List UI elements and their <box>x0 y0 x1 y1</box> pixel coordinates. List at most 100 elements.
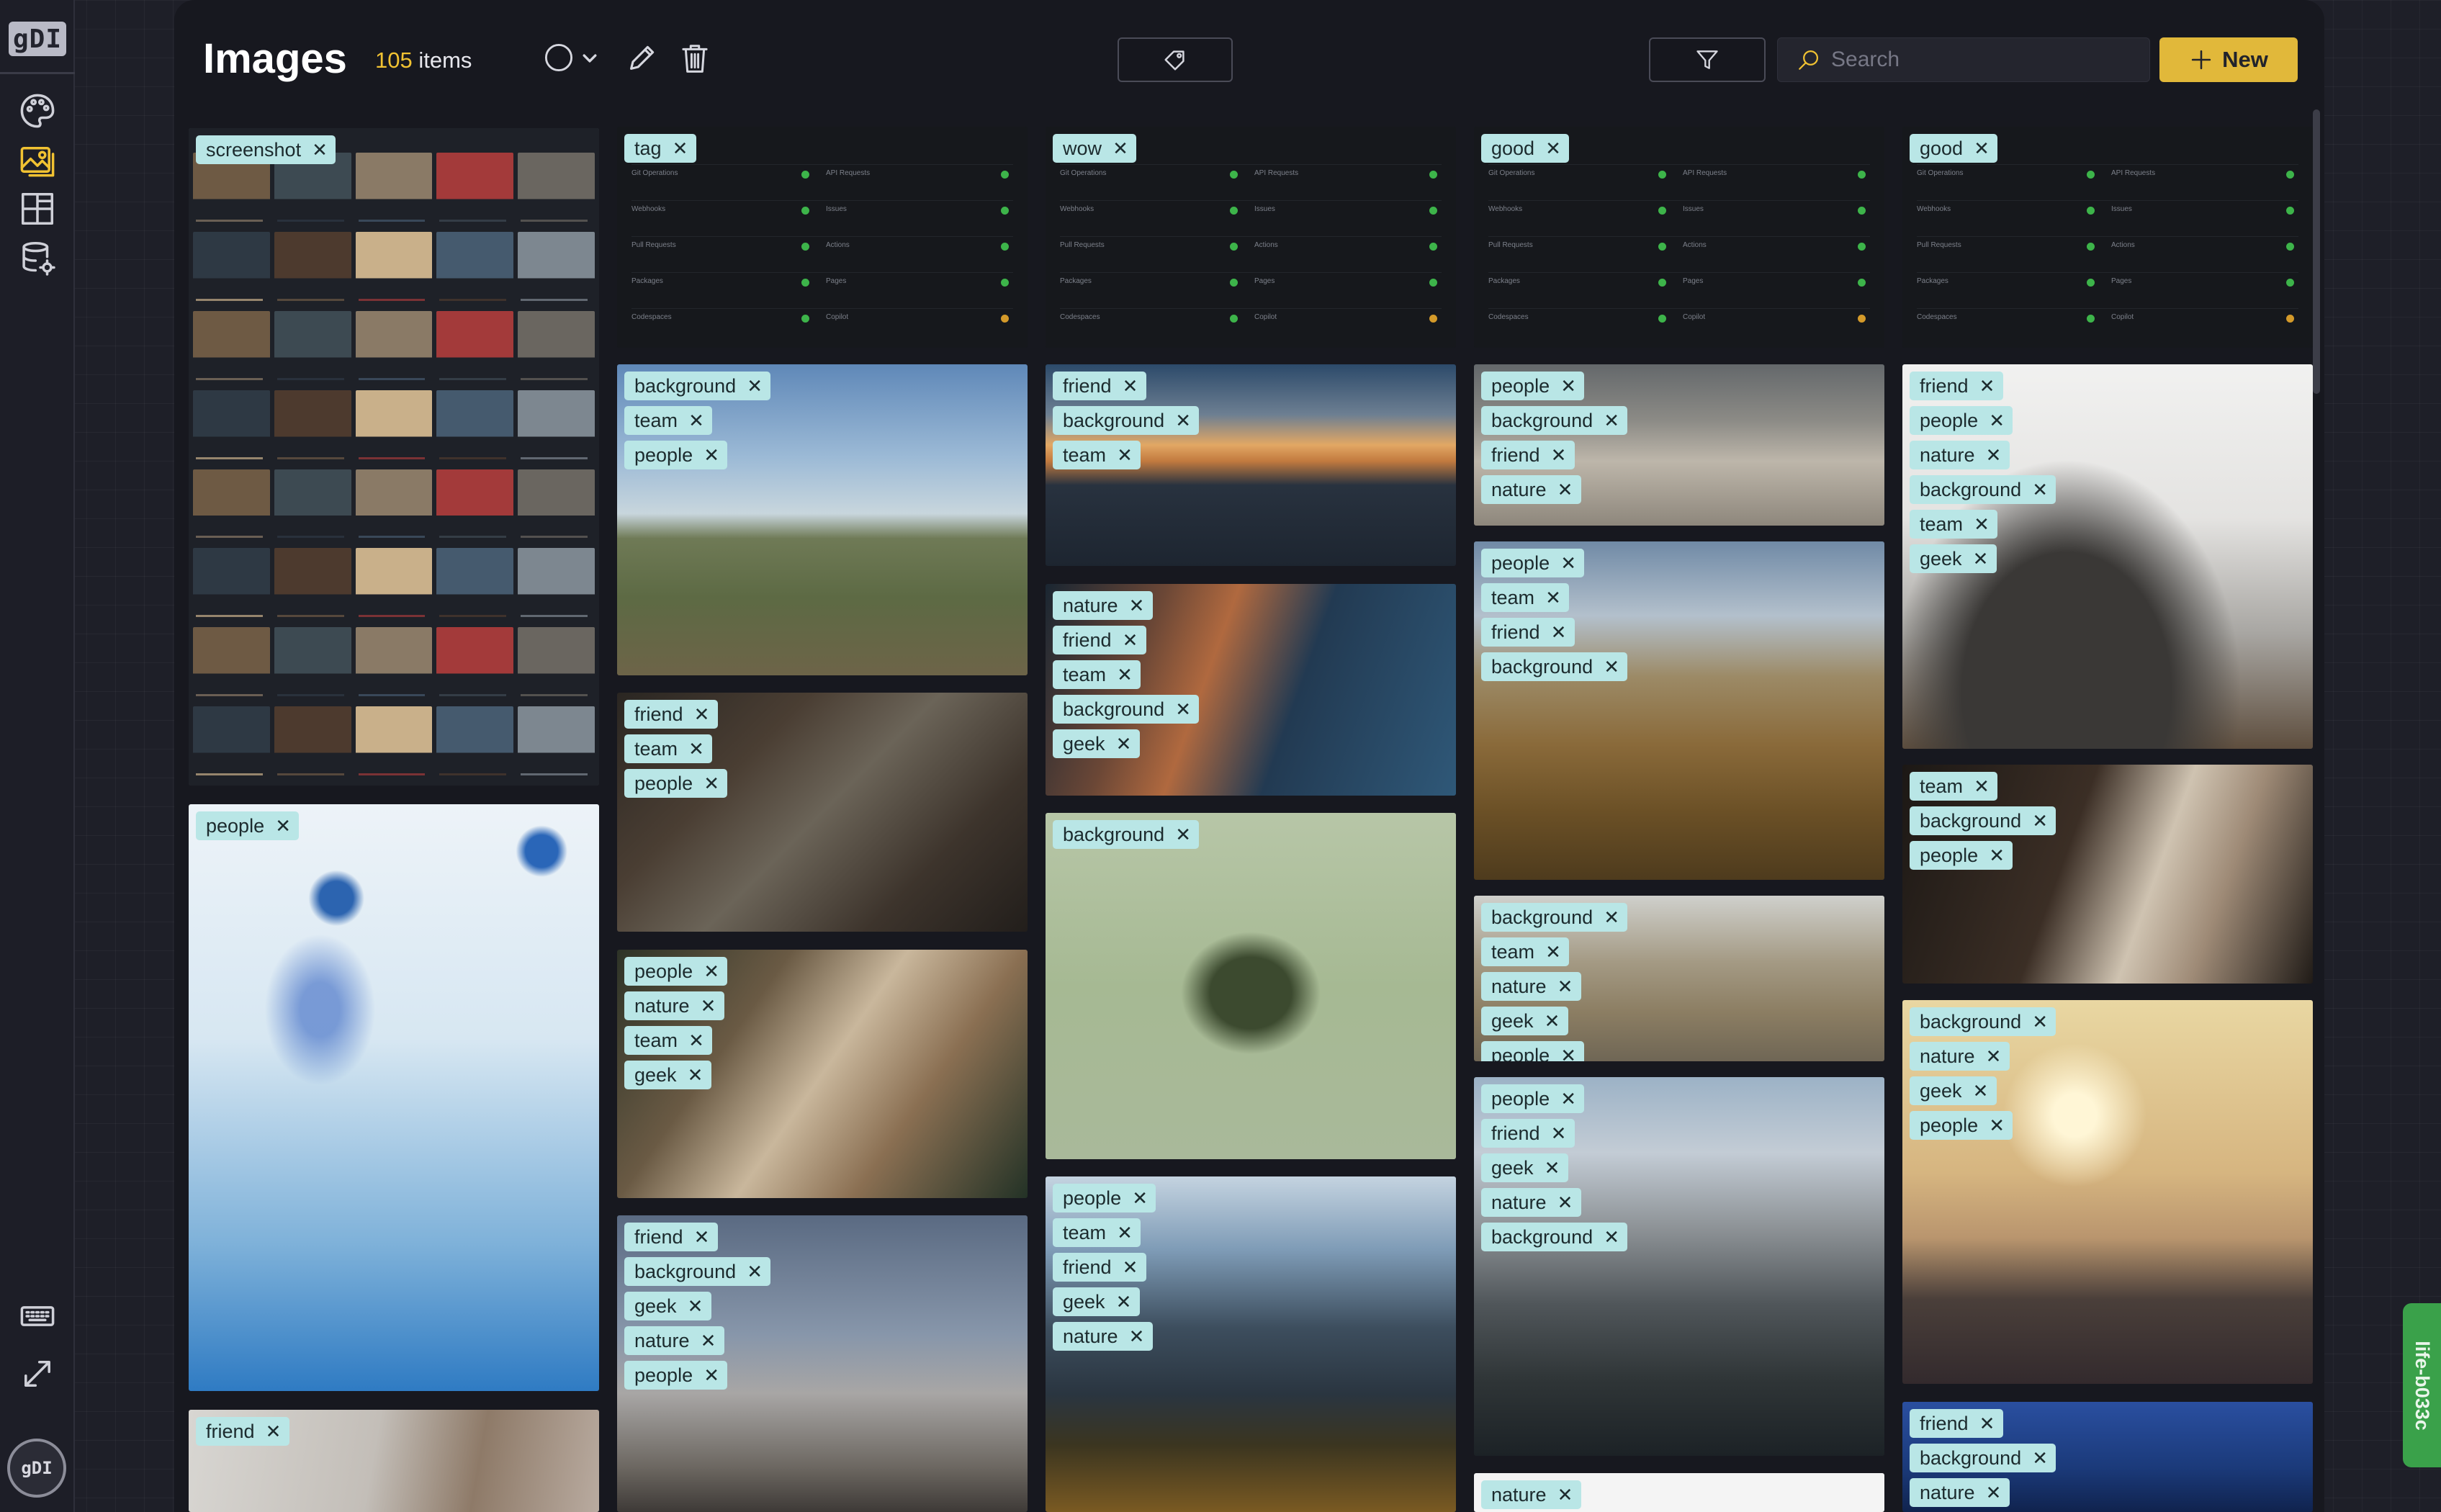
tag-chip[interactable]: people ✕ <box>1910 1111 2013 1140</box>
tag-chip[interactable]: friend ✕ <box>1053 372 1146 400</box>
tag-chip[interactable]: friend ✕ <box>196 1417 289 1446</box>
tag-chip[interactable]: geek ✕ <box>624 1061 711 1089</box>
tag-chip[interactable]: nature ✕ <box>624 1326 724 1355</box>
remove-tag-icon[interactable]: ✕ <box>1554 478 1577 501</box>
tag-filter-button[interactable] <box>1118 37 1233 82</box>
tag-chip[interactable]: team ✕ <box>624 1026 713 1055</box>
remove-tag-icon[interactable]: ✕ <box>684 1063 707 1086</box>
remove-tag-icon[interactable]: ✕ <box>1557 1044 1580 1061</box>
tag-chip[interactable]: people ✕ <box>624 769 728 798</box>
remove-tag-icon[interactable]: ✕ <box>685 737 708 760</box>
remove-tag-icon[interactable]: ✕ <box>697 994 720 1017</box>
tag-chip[interactable]: background ✕ <box>1910 475 2056 504</box>
user-avatar[interactable]: gDI <box>7 1439 66 1498</box>
palette-icon[interactable] <box>16 89 59 132</box>
image-card[interactable]: friend ✕ background ✕ nature ✕ <box>1902 1402 2313 1512</box>
remove-tag-icon[interactable]: ✕ <box>743 1260 766 1283</box>
tag-chip[interactable]: background ✕ <box>1481 652 1628 681</box>
remove-tag-icon[interactable]: ✕ <box>2028 1010 2051 1033</box>
tag-chip[interactable]: team ✕ <box>1910 772 1998 801</box>
layout-icon[interactable] <box>16 187 59 230</box>
tag-chip[interactable]: people ✕ <box>1910 406 2013 435</box>
tag-chip[interactable]: geek ✕ <box>1053 1287 1140 1316</box>
remove-tag-icon[interactable]: ✕ <box>1112 732 1136 755</box>
tag-chip[interactable]: friend ✕ <box>1481 441 1575 469</box>
remove-tag-icon[interactable]: ✕ <box>1982 444 2005 467</box>
image-card[interactable]: people ✕ team ✕ friend ✕ geek ✕ nature ✕ <box>1046 1176 1456 1512</box>
tag-chip[interactable]: people ✕ <box>1481 1084 1585 1113</box>
tag-chip[interactable]: background ✕ <box>1481 1223 1628 1251</box>
tag-chip[interactable]: background ✕ <box>624 372 771 400</box>
tag-chip[interactable]: friend ✕ <box>1481 618 1575 647</box>
image-card[interactable]: background ✕ nature ✕ geek ✕ people ✕ <box>1902 1000 2313 1384</box>
tag-chip[interactable]: friend ✕ <box>1481 1119 1575 1148</box>
image-card[interactable]: people ✕ nature ✕ team ✕ geek ✕ <box>617 950 1028 1198</box>
tag-chip[interactable]: team ✕ <box>1053 1218 1141 1247</box>
remove-tag-icon[interactable]: ✕ <box>1600 409 1623 432</box>
remove-tag-icon[interactable]: ✕ <box>1969 547 1992 570</box>
remove-tag-icon[interactable]: ✕ <box>700 444 723 467</box>
remove-tag-icon[interactable]: ✕ <box>271 814 295 837</box>
tag-chip[interactable]: background ✕ <box>1053 406 1200 435</box>
remove-tag-icon[interactable]: ✕ <box>1554 975 1577 998</box>
tag-chip[interactable]: good ✕ <box>1910 134 1998 163</box>
tag-chip[interactable]: people ✕ <box>1481 549 1585 577</box>
remove-tag-icon[interactable]: ✕ <box>1172 409 1195 432</box>
tag-chip[interactable]: geek ✕ <box>1481 1007 1568 1035</box>
tag-chip[interactable]: friend ✕ <box>624 1223 718 1251</box>
tag-chip[interactable]: background ✕ <box>1481 903 1628 932</box>
image-card[interactable]: Git Operations API Requests Webhooks Issues… <box>617 127 1028 348</box>
tag-chip[interactable]: geek ✕ <box>624 1292 711 1320</box>
remove-tag-icon[interactable]: ✕ <box>1547 444 1570 467</box>
remove-tag-icon[interactable]: ✕ <box>1112 1290 1136 1313</box>
remove-tag-icon[interactable]: ✕ <box>1557 552 1580 575</box>
tag-chip[interactable]: background ✕ <box>1910 1007 2056 1036</box>
image-card[interactable]: Git Operations API Requests Webhooks Issues… <box>1902 127 2313 348</box>
tag-chip[interactable]: nature ✕ <box>1481 475 1581 504</box>
remove-tag-icon[interactable]: ✕ <box>1119 1256 1142 1279</box>
remove-tag-icon[interactable]: ✕ <box>1542 586 1565 609</box>
remove-tag-icon[interactable]: ✕ <box>2028 809 2051 832</box>
remove-tag-icon[interactable]: ✕ <box>1541 1009 1564 1032</box>
remove-tag-icon[interactable]: ✕ <box>1600 655 1623 678</box>
edit-icon[interactable] <box>624 40 660 76</box>
remove-tag-icon[interactable]: ✕ <box>1557 374 1580 397</box>
remove-tag-icon[interactable]: ✕ <box>1970 775 1993 798</box>
image-card[interactable]: friend ✕ people ✕ nature ✕ background ✕ team ✕ gee… <box>1902 364 2313 749</box>
image-card[interactable]: Git Operations API Requests Webhooks Issues… <box>1046 127 1456 348</box>
remove-tag-icon[interactable]: ✕ <box>2028 478 2051 501</box>
remove-tag-icon[interactable]: ✕ <box>1109 137 1132 160</box>
remove-tag-icon[interactable]: ✕ <box>1119 629 1142 652</box>
tag-chip[interactable]: nature ✕ <box>1481 972 1581 1001</box>
image-card[interactable]: friend ✕ team ✕ people ✕ <box>617 693 1028 932</box>
new-button[interactable]: New <box>2159 37 2298 82</box>
remove-tag-icon[interactable]: ✕ <box>1600 906 1623 929</box>
tag-chip[interactable]: friend ✕ <box>1053 1253 1146 1282</box>
remove-tag-icon[interactable]: ✕ <box>1113 1221 1136 1244</box>
tag-chip[interactable]: friend ✕ <box>1053 626 1146 654</box>
remove-tag-icon[interactable]: ✕ <box>700 772 723 795</box>
image-card[interactable]: nature ✕ <box>1474 1473 1884 1512</box>
tag-chip[interactable]: team ✕ <box>1053 660 1141 689</box>
tag-chip[interactable]: background ✕ <box>1481 406 1628 435</box>
search-box[interactable] <box>1777 37 2150 82</box>
tag-chip[interactable]: nature ✕ <box>1481 1188 1581 1217</box>
tag-chip[interactable]: geek ✕ <box>1910 544 1997 573</box>
tag-chip[interactable]: geek ✕ <box>1481 1153 1568 1182</box>
tag-chip[interactable]: people ✕ <box>1910 841 2013 870</box>
chevron-down-icon[interactable] <box>579 48 601 69</box>
remove-tag-icon[interactable]: ✕ <box>700 1364 723 1387</box>
remove-tag-icon[interactable]: ✕ <box>1985 409 2008 432</box>
image-card[interactable]: friend ✕ background ✕ geek ✕ nature ✕ people ✕ <box>617 1215 1028 1512</box>
tag-chip[interactable]: people ✕ <box>196 811 300 840</box>
image-card[interactable]: team ✕ background ✕ people ✕ <box>1902 765 2313 984</box>
tag-chip[interactable]: nature ✕ <box>624 991 724 1020</box>
tag-chip[interactable]: good ✕ <box>1481 134 1570 163</box>
remove-tag-icon[interactable]: ✕ <box>308 138 331 161</box>
trash-icon[interactable] <box>678 40 711 76</box>
image-card[interactable]: people ✕ team ✕ friend ✕ background ✕ <box>1474 541 1884 880</box>
remove-tag-icon[interactable]: ✕ <box>1970 513 1993 536</box>
remove-tag-icon[interactable]: ✕ <box>1113 444 1136 467</box>
tag-chip[interactable]: tag ✕ <box>624 134 696 163</box>
remove-tag-icon[interactable]: ✕ <box>1976 374 1999 397</box>
